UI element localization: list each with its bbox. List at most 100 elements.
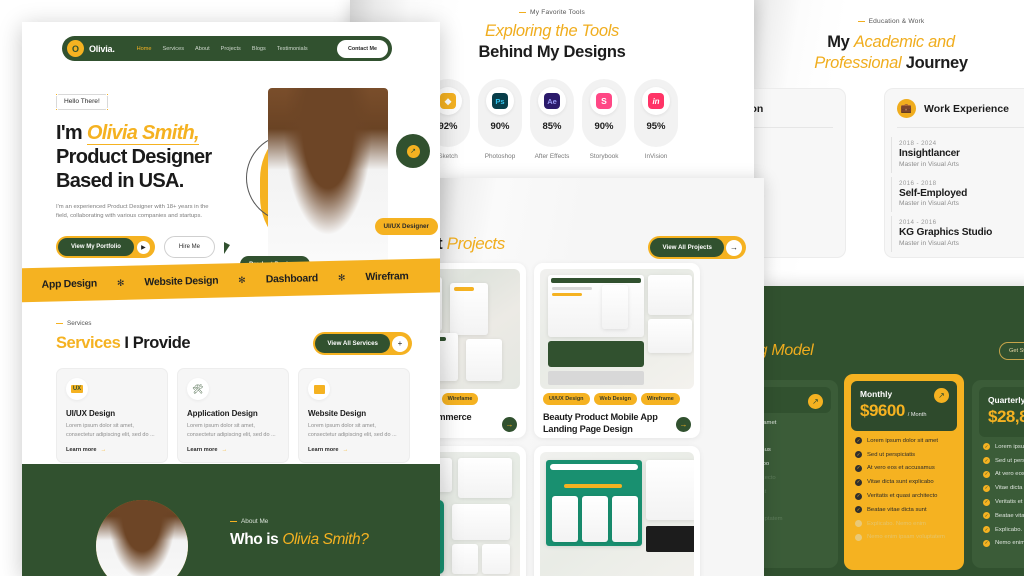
project-card[interactable] [434,446,526,576]
nav-item-services[interactable]: Services [163,46,184,52]
service-learn-more[interactable]: Learn more → [66,447,158,453]
pricing-feature: ✓dicta sunt [760,485,831,499]
tool-label: Photoshop [484,153,516,161]
tool-photoshop[interactable]: Ps 90% Photoshop [478,79,522,160]
project-tags: App Design Wirefame [434,393,526,405]
view-all-projects-button[interactable]: View All Projects → [648,236,746,259]
pricing-feature-label: Vitae dicta sunt explicabo [867,479,934,486]
get-started-button[interactable]: Get Sta [999,342,1024,360]
work-item-sub: Master in Visual Arts [899,160,959,168]
pricing-card[interactable]: Quarterly $28,800 ✓ Lorem ipsum dolor sit… [972,380,1024,568]
logo-text[interactable]: Olivia. [89,44,115,54]
education-work-panel: Education & Work My Academic and Profess… [748,0,1024,300]
projects-title-accent: Projects [446,234,506,253]
pricing-feature: ✓ Veritatis et quasi architecto [851,489,957,503]
check-icon: ✓ [855,464,862,472]
education-item-sub: isual Arts [748,154,833,161]
service-card-application[interactable]: 🛠 Application Design Lorem ipsum dolor s… [177,368,289,463]
selection-handle-icon[interactable] [105,92,109,96]
service-card-website[interactable]: Website Design Lorem ipsum dolor sit ame… [298,368,410,463]
marquee-item: App Design [41,277,98,291]
nav-item-blogs[interactable]: Blogs [252,46,266,52]
project-title-line1: Beauty Product Mobile App [543,412,658,422]
project-thumbnail [434,452,520,576]
arrow-right-icon[interactable]: → [676,417,691,433]
view-all-services-label: View All Services [315,334,390,353]
pricing-feature: ✓ Veritatis et quasi archit [979,495,1024,509]
project-card[interactable] [534,446,700,576]
dash-icon [857,20,865,23]
pricing-feature-label: Nemo enim ipsam volup [995,540,1024,547]
work-item-sub: Master in Visual Arts [899,239,959,247]
selection-handle-icon[interactable] [105,107,109,111]
nav-item-testimonials[interactable]: Testimonials [277,46,308,52]
view-all-services-button[interactable]: View All Services + [313,332,412,355]
arrow-right-icon[interactable]: → [502,417,517,433]
project-card[interactable]: App Design Wirefame duct - Ecommerce Sol… [434,263,526,438]
tool-after-effects[interactable]: Ae 85% After Effects [530,79,574,160]
pricing-feature: ✓ Beatae vitae dicta sunt [979,509,1024,523]
pricing-feature-label: Sed ut perspiciatis [867,451,916,458]
work-card-head: 💼 Work Experience [885,89,1024,127]
service-learn-more[interactable]: Learn more → [187,447,279,453]
pricing-feature-label: Lorem ipsum dolor sit amet [867,437,939,444]
check-icon: ✓ [983,443,990,451]
services-title: Services I Provide [56,334,191,353]
pricing-feature: ✓t explicabo [760,457,831,471]
service-learn-more[interactable]: Learn more → [308,447,400,453]
work-item-name: Insightlancer [899,148,960,159]
hello-badge-label: Hello There! [64,98,100,105]
arrow-up-right-icon[interactable]: ↗ [808,394,823,409]
pricing-card[interactable]: ↗ ur ✓dolor sit amet ✓ciatis ✓accusamus … [760,380,838,568]
pricing-feature: ✓ Explicabo. Nemo enim [851,517,957,531]
selection-handle-icon[interactable] [55,107,58,111]
view-portfolio-button[interactable]: View My Portfolio ▶ [56,236,155,259]
check-icon: ✓ [855,520,862,528]
service-card-uiux[interactable]: UX UI/UX Design Lorem ipsum dolor sit am… [56,368,168,463]
contact-me-button[interactable]: Contact Me [336,39,388,58]
tool-invision[interactable]: in 95% InVision [634,79,678,160]
project-card[interactable]: UI/UX Design Web Design Wireframe Beauty… [534,263,700,438]
pricing-feature-label: Veritatis et quasi architecto [867,493,938,500]
tool-chip: S [590,87,618,116]
pricing-feature-label: Beatae vitae dicta sunt [867,506,927,513]
nav-item-projects[interactable]: Projects [221,46,241,52]
pricing-feature: ✓sam voluptatem [760,512,831,526]
nav-item-about[interactable]: About [195,46,210,52]
services-header: Services I Provide View All Services + [56,332,412,355]
pricing-feature-label: Explicabo. Nemo enim [867,520,926,527]
services-section: Services Services I Provide View All Ser… [56,320,412,463]
pricing-feature: ✓ciatis [760,430,831,444]
work-timeline: 2018 - 2024 Insightlancer Master in Visu… [885,128,1024,252]
education-header: Education & Work My Academic and Profess… [748,0,1024,74]
pricing-card-highlighted[interactable]: ↗ Monthly $9600 / Month ✓ Lorem ipsum dol… [844,374,964,570]
arrow-up-right-icon[interactable]: ↗ [934,388,949,403]
work-item-name: KG Graphics Studio [899,227,993,238]
screenshot-stage: Education & Work My Academic and Profess… [0,0,1024,576]
selection-handle-icon[interactable] [55,92,58,96]
services-cards: UX UI/UX Design Lorem ipsum dolor sit am… [56,368,412,463]
navbar: O Olivia. Home Services About Projects B… [62,36,392,61]
education-item: y Institute isual Arts [748,133,845,166]
project-thumbnail [434,269,520,389]
project-title: Beauty Product Mobile App Landing Page D… [534,405,667,438]
tool-pill: Ae 85% [530,79,574,148]
nav-item-home[interactable]: Home [137,46,152,52]
service-body: Lorem ipsum dolor sit amet, consectetur … [66,423,155,438]
project-tags: UI/UX Design Web Design Wireframe [534,393,700,405]
project-tag: Web Design [593,393,637,405]
tool-storybook[interactable]: S 90% Storybook [582,79,626,160]
hire-me-stamp[interactable]: ↗ [396,134,430,168]
hero-headline-line3: Based in USA. [56,170,184,193]
view-portfolio-label: View My Portfolio [58,238,134,257]
check-icon: ✓ [855,533,862,541]
check-icon: ✓ [983,512,990,520]
education-title-part1: My [827,33,854,51]
hire-me-button[interactable]: Hire Me [163,236,215,259]
tools-eyebrow-label: My Favorite Tools [530,9,585,16]
invision-icon: in [648,93,664,110]
arrow-right-icon: → [100,446,107,453]
dash-icon [56,322,63,325]
check-icon: ✓ [983,470,990,478]
tool-pill: in 95% [634,79,678,148]
